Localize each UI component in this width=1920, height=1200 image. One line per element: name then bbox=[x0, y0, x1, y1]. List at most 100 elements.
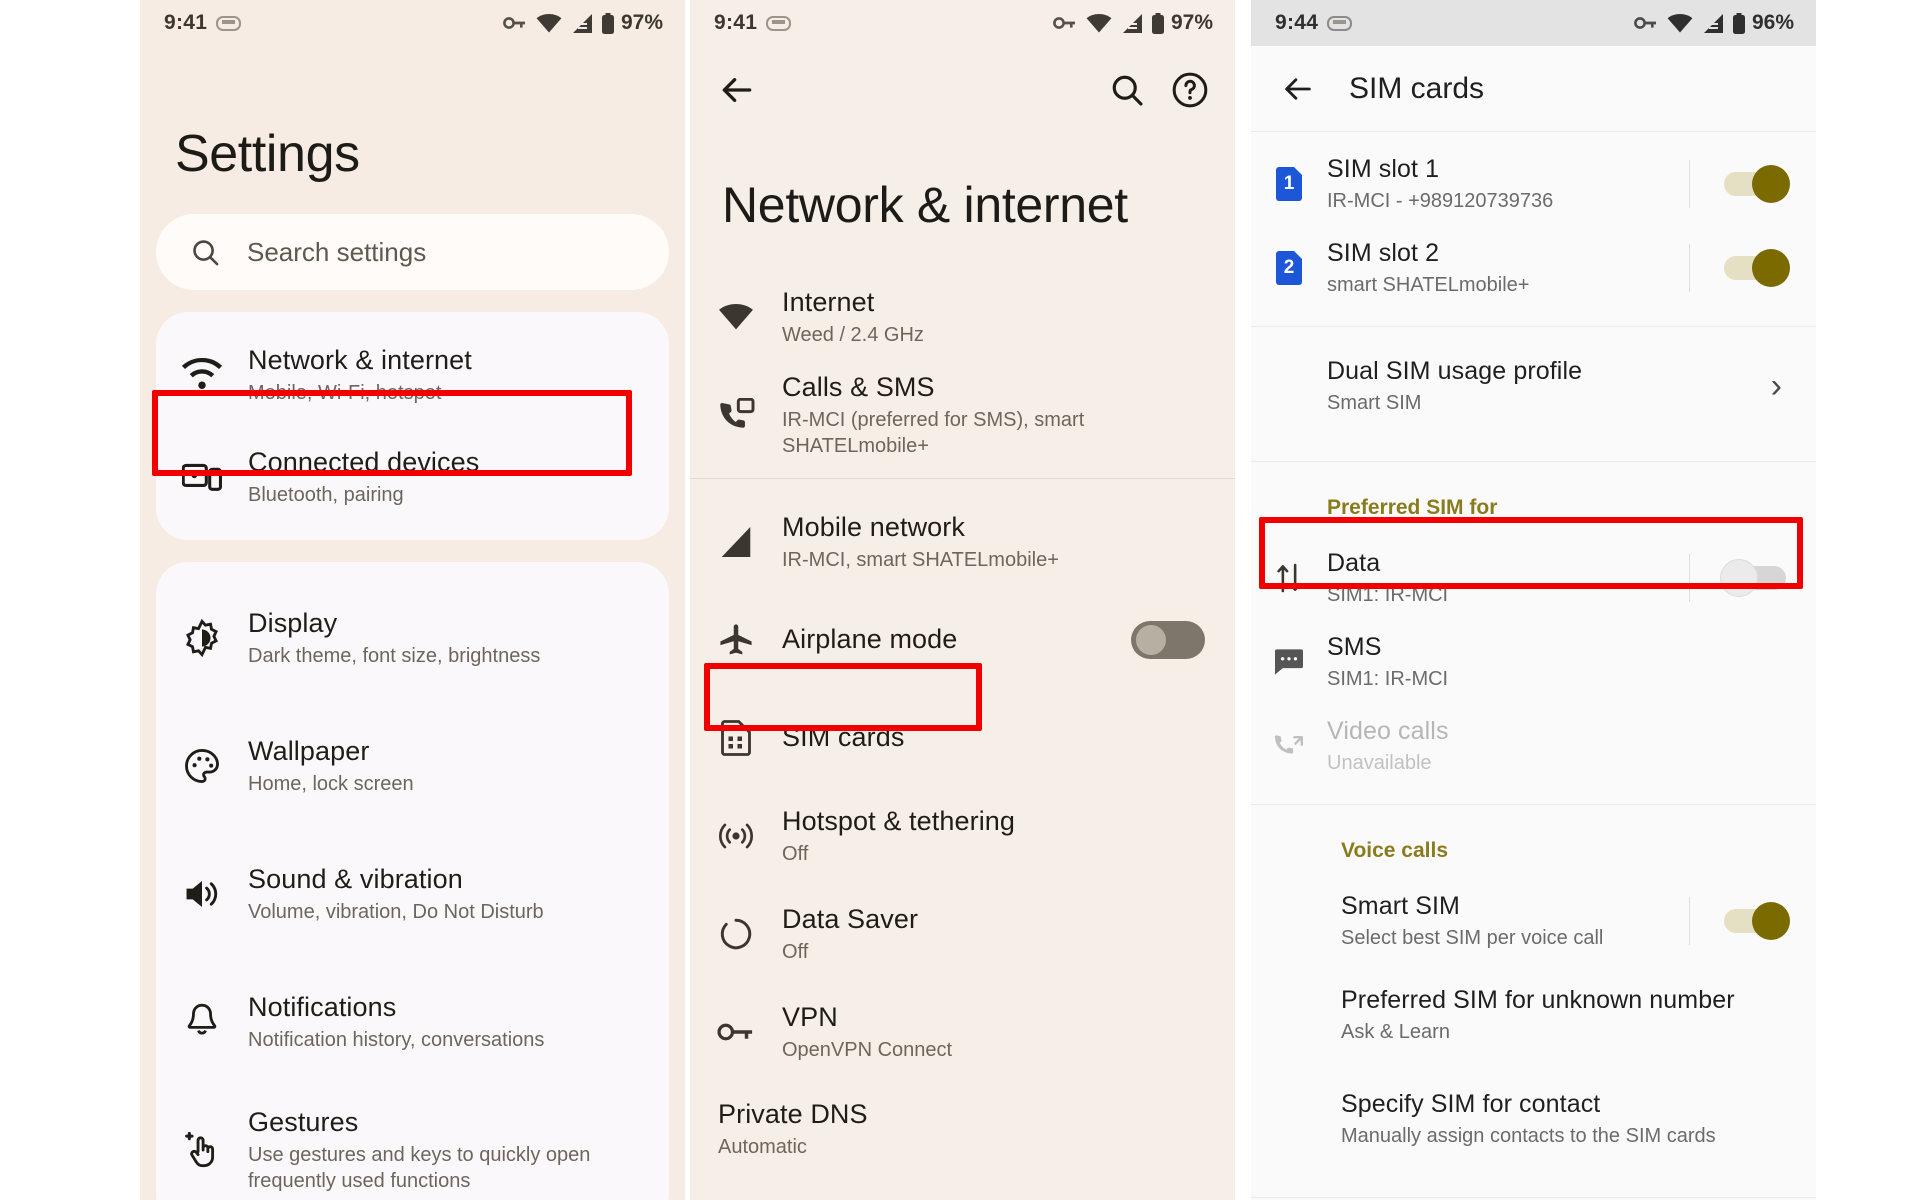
sidebar-item-label: Wallpaper bbox=[248, 735, 370, 766]
sidebar-item-sublabel: Volume, vibration, Do Not Disturb bbox=[248, 901, 544, 924]
vpn-key-icon bbox=[1634, 15, 1658, 31]
list-item-sublabel: Off bbox=[782, 941, 809, 964]
list-item-sublabel: Ask & Learn bbox=[1341, 1021, 1450, 1044]
search-icon bbox=[190, 237, 221, 268]
list-item-smart-sim[interactable]: Smart SIM Select best SIM per voice call bbox=[1251, 879, 1816, 963]
smart-sim-toggle[interactable] bbox=[1724, 902, 1790, 940]
sim-badge-label: 1 bbox=[1276, 167, 1302, 201]
airplane-mode-toggle[interactable] bbox=[1131, 621, 1205, 659]
status-time: 9:41 bbox=[714, 11, 758, 34]
wifi-icon bbox=[1667, 13, 1693, 33]
list-item-preferred-video-calls: Video calls Unavailable bbox=[1251, 704, 1816, 788]
list-item-label: Internet bbox=[782, 286, 875, 317]
list-item-sublabel: IR-MCI, smart SHATELmobile+ bbox=[782, 549, 1059, 572]
sim-slot-1-toggle[interactable] bbox=[1724, 165, 1790, 203]
sidebar-item-sublabel: Dark theme, font size, brightness bbox=[248, 645, 541, 668]
page-title: Network & internet bbox=[722, 177, 1128, 233]
wifi-icon bbox=[156, 358, 248, 392]
list-item-internet[interactable]: Internet Weed / 2.4 GHz bbox=[690, 268, 1235, 366]
list-item-vpn[interactable]: VPN OpenVPN Connect bbox=[690, 983, 1235, 1081]
cellular-signal-icon bbox=[571, 13, 593, 33]
section-header-preferred-sim: Preferred SIM for bbox=[1327, 496, 1498, 519]
toggle-knob bbox=[1752, 249, 1790, 287]
sidebar-item-label: Network & internet bbox=[248, 344, 472, 375]
list-item-airplane-mode[interactable]: Airplane mode bbox=[690, 591, 1235, 689]
list-item-data-saver[interactable]: Data Saver Off bbox=[690, 885, 1235, 983]
vpn-key-icon bbox=[690, 1020, 782, 1044]
chevron-right-icon[interactable]: › bbox=[1771, 369, 1816, 403]
list-item-label: SMS bbox=[1327, 632, 1382, 661]
list-item-hotspot-tethering[interactable]: Hotspot & tethering Off bbox=[690, 787, 1235, 885]
sim-slot-2-toggle[interactable] bbox=[1724, 249, 1790, 287]
section-header-voice-calls: Voice calls bbox=[1341, 839, 1449, 862]
vpn-key-icon bbox=[503, 15, 527, 31]
list-item-sublabel: SIM1: IR-MCI bbox=[1327, 668, 1449, 691]
list-item-dual-sim-usage-profile[interactable]: Dual SIM usage profile Smart SIM › bbox=[1251, 327, 1816, 445]
wifi-icon bbox=[536, 13, 562, 33]
list-item-calls-sms[interactable]: Calls & SMS IR-MCI (preferred for SMS), … bbox=[690, 366, 1235, 464]
cellular-signal-icon bbox=[1121, 13, 1143, 33]
divider bbox=[1689, 160, 1690, 208]
list-item-sim-slot-1[interactable]: 1 SIM slot 1 IR-MCI - +989120739736 bbox=[1251, 142, 1816, 226]
sidebar-item-connected-devices[interactable]: Connected devices Bluetooth, pairing bbox=[156, 426, 669, 528]
sidebar-item-sublabel: Home, lock screen bbox=[248, 773, 414, 796]
list-item-sim-slot-2[interactable]: 2 SIM slot 2 smart SHATELmobile+ bbox=[1251, 226, 1816, 310]
list-item-sim-cards[interactable]: SIM cards bbox=[690, 689, 1235, 787]
list-item-sublabel: Unavailable bbox=[1327, 752, 1432, 775]
sidebar-item-label: Connected devices bbox=[248, 446, 480, 477]
search-settings-bar[interactable]: Search settings bbox=[156, 214, 669, 290]
airplane-icon bbox=[690, 622, 782, 658]
three-phone-screenshots: 9:41 97% Settings Search settings Networ… bbox=[0, 0, 1920, 1200]
phone-panel-network-internet: 9:41 97% Network & internet Internet Wee… bbox=[690, 0, 1235, 1200]
sidebar-item-gestures[interactable]: Gestures Use gestures and keys to quickl… bbox=[156, 1086, 669, 1200]
wifi-icon bbox=[1086, 13, 1112, 33]
sidebar-item-wallpaper[interactable]: Wallpaper Home, lock screen bbox=[156, 702, 669, 830]
list-item-specify-sim-for-contact[interactable]: Specify SIM for contact Manually assign … bbox=[1251, 1067, 1816, 1171]
list-item-preferred-sim-unknown-number[interactable]: Preferred SIM for unknown number Ask & L… bbox=[1251, 963, 1816, 1067]
sidebar-item-notifications[interactable]: Notifications Notification history, conv… bbox=[156, 958, 669, 1086]
list-item-label: Data bbox=[1327, 548, 1381, 577]
search-input[interactable]: Search settings bbox=[247, 237, 426, 268]
sidebar-item-sublabel: Notification history, conversations bbox=[248, 1029, 545, 1052]
divider bbox=[1689, 897, 1690, 945]
list-item-sublabel: Select best SIM per voice call bbox=[1341, 927, 1604, 950]
sidebar-item-network-internet[interactable]: Network & internet Mobile, Wi-Fi, hotspo… bbox=[156, 324, 669, 426]
list-item-preferred-sms[interactable]: SMS SIM1: IR-MCI bbox=[1251, 620, 1816, 704]
list-item-label: SIM slot 1 bbox=[1327, 154, 1440, 183]
list-item-mobile-network[interactable]: Mobile network IR-MCI, smart SHATELmobil… bbox=[690, 493, 1235, 591]
nfc-icon bbox=[216, 15, 242, 31]
list-item-private-dns[interactable]: Private DNS Automatic bbox=[690, 1081, 1235, 1177]
palette-icon bbox=[156, 747, 248, 785]
sidebar-item-display[interactable]: Display Dark theme, font size, brightnes… bbox=[156, 574, 669, 702]
list-item-sublabel: Manually assign contacts to the SIM card… bbox=[1341, 1125, 1716, 1148]
back-arrow-icon[interactable] bbox=[1281, 72, 1315, 106]
bell-icon bbox=[156, 1003, 248, 1041]
cellular-signal-icon bbox=[1702, 13, 1724, 33]
list-item-label: Mobile network bbox=[782, 511, 965, 542]
list-item-label: Calls & SMS bbox=[782, 371, 935, 402]
battery-percentage: 97% bbox=[620, 11, 663, 34]
sidebar-item-label: Notifications bbox=[248, 991, 397, 1022]
sidebar-item-sound-vibration[interactable]: Sound & vibration Volume, vibration, Do … bbox=[156, 830, 669, 958]
status-bar: 9:41 97% bbox=[140, 0, 685, 46]
list-item-label: Hotspot & tethering bbox=[782, 805, 1016, 836]
search-icon[interactable] bbox=[1109, 72, 1145, 108]
sim-slot-number-badge: 1 bbox=[1251, 167, 1327, 201]
preferred-data-toggle[interactable] bbox=[1720, 559, 1786, 597]
volume-icon bbox=[156, 877, 248, 911]
app-bar bbox=[690, 46, 1235, 134]
battery-percentage: 96% bbox=[1751, 11, 1794, 34]
battery-icon bbox=[601, 12, 614, 34]
list-item-preferred-data[interactable]: Data SIM1: IR-MCI bbox=[1251, 536, 1816, 620]
sidebar-item-label: Gestures bbox=[248, 1106, 359, 1137]
battery-percentage: 97% bbox=[1170, 11, 1213, 34]
back-arrow-icon[interactable] bbox=[718, 71, 756, 109]
gesture-hand-icon bbox=[156, 1131, 248, 1169]
status-bar: 9:44 96% bbox=[1251, 0, 1816, 46]
help-circle-icon[interactable] bbox=[1171, 71, 1209, 109]
divider bbox=[1689, 554, 1690, 602]
toggle-knob bbox=[1752, 902, 1790, 940]
list-item-sublabel: SIM1: IR-MCI bbox=[1327, 584, 1449, 607]
list-item-sublabel: Smart SIM bbox=[1327, 392, 1422, 415]
phone-panel-settings: 9:41 97% Settings Search settings Networ… bbox=[140, 0, 685, 1200]
